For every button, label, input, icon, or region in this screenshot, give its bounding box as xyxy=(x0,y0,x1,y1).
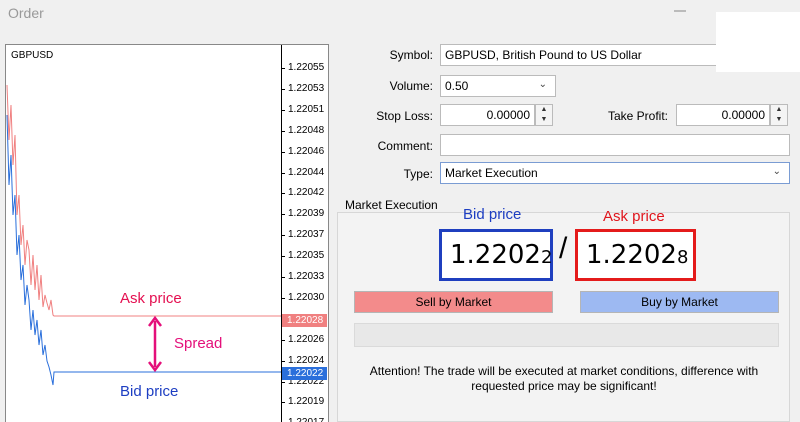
symbol-select[interactable]: GBPUSD, British Pound to US Dollar xyxy=(440,44,716,66)
bid-price-tag: 1.22022 xyxy=(282,367,327,380)
tick-label: 1.22037 xyxy=(288,229,325,241)
tick-label: 1.22035 xyxy=(288,250,325,262)
bid-price-main: 1.2202 xyxy=(450,240,541,270)
tick-label: 1.22039 xyxy=(288,208,325,220)
tick-label: 1.22046 xyxy=(288,145,325,157)
ask-price-pip: 8 xyxy=(676,247,689,268)
tick-label: 1.22026 xyxy=(288,333,325,345)
window-title: Order xyxy=(8,5,44,21)
tick-mark xyxy=(281,68,285,69)
tick-mark xyxy=(281,193,285,195)
ask-price-line xyxy=(6,84,281,317)
tick-label: 1.22019 xyxy=(288,396,325,408)
stop-loss-input[interactable]: 0.00000 xyxy=(440,104,535,126)
title-bar: Order xyxy=(0,0,800,30)
stop-loss-label: Stop Loss: xyxy=(376,109,433,123)
tick-label: 1.22024 xyxy=(288,354,325,366)
spin-down-icon[interactable]: ▼ xyxy=(536,115,552,125)
buy-by-market-button[interactable]: Buy by Market xyxy=(580,291,779,313)
tick-mark xyxy=(281,381,285,383)
tick-label: 1.22017 xyxy=(288,417,324,422)
window-corner xyxy=(716,12,800,72)
tick-mark xyxy=(281,402,285,404)
symbol-label: Symbol: xyxy=(389,48,433,62)
price-axis xyxy=(281,45,282,422)
chart-bid-annotation: Bid price xyxy=(120,383,179,400)
tick-label: 1.22048 xyxy=(288,124,325,136)
comment-label: Comment: xyxy=(377,139,433,153)
chevron-down-icon: ⌄ xyxy=(538,79,547,90)
take-profit-spinner[interactable]: ▲ ▼ xyxy=(770,104,788,126)
minimize-icon[interactable] xyxy=(674,10,686,12)
spin-up-icon[interactable]: ▲ xyxy=(536,105,552,115)
bid-price-line xyxy=(6,114,281,386)
tick-mark xyxy=(281,297,285,299)
bid-price-pip: 2 xyxy=(540,247,553,268)
bid-price-display: 1.22022 xyxy=(439,229,553,281)
chart-ask-annotation: Ask price xyxy=(120,290,182,307)
tick-label: 1.22042 xyxy=(288,187,325,199)
ask-price-tag: 1.22028 xyxy=(282,314,327,327)
comment-input[interactable] xyxy=(440,134,790,156)
sell-by-market-button[interactable]: Sell by Market xyxy=(354,291,553,313)
ask-price-display: 1.22028 xyxy=(575,229,696,281)
take-profit-input[interactable]: 0.00000 xyxy=(676,104,770,126)
type-label: Type: xyxy=(403,167,433,181)
tick-mark xyxy=(281,214,285,216)
ask-price-main: 1.2202 xyxy=(586,240,677,270)
price-separator: / xyxy=(559,232,568,265)
type-value: Market Execution xyxy=(445,166,538,180)
tick-label: 1.22055 xyxy=(288,62,325,73)
volume-input[interactable]: 0.50 ⌄ xyxy=(440,75,556,97)
volume-label: Volume: xyxy=(389,79,433,93)
stop-loss-spinner[interactable]: ▲ ▼ xyxy=(535,104,553,126)
volume-value: 0.50 xyxy=(445,79,469,93)
tick-label: 1.22033 xyxy=(288,271,325,282)
tick-mark xyxy=(281,339,285,341)
tick-mark xyxy=(281,235,285,237)
tick-mark xyxy=(281,277,285,278)
tick-mark xyxy=(281,130,285,132)
tick-mark xyxy=(281,151,285,153)
tick-mark xyxy=(281,172,285,174)
take-profit-label: Take Profit: xyxy=(607,109,668,123)
tick-mark xyxy=(281,109,285,111)
tick-label: 1.22051 xyxy=(288,103,325,115)
attention-line-1: Attention! The trade will be executed at… xyxy=(369,364,759,378)
price-chart[interactable]: GBPUSD 1.22055 1.22053 1.22051 1.22048 1.220… xyxy=(5,44,329,422)
execution-progress-bar xyxy=(354,323,779,347)
tick-label: 1.22044 xyxy=(288,166,325,178)
tick-label: 1.22053 xyxy=(288,82,325,94)
ask-price-annotation: Ask price xyxy=(603,208,665,225)
type-select[interactable]: Market Execution ⌄ xyxy=(440,162,790,184)
tick-label: 1.22030 xyxy=(288,291,325,303)
chart-spread-annotation: Spread xyxy=(174,335,223,352)
spin-up-icon[interactable]: ▲ xyxy=(771,105,787,115)
tick-mark xyxy=(281,360,285,362)
attention-message: Attention! The trade will be executed at… xyxy=(345,364,783,394)
tick-mark xyxy=(281,88,285,90)
chevron-down-icon: ⌄ xyxy=(772,166,781,177)
bid-price-annotation: Bid price xyxy=(463,206,522,223)
spin-down-icon[interactable]: ▼ xyxy=(771,115,787,125)
tick-mark xyxy=(281,256,285,258)
attention-line-2: requested price may be significant! xyxy=(471,379,657,393)
market-execution-title: Market Execution xyxy=(343,198,440,212)
